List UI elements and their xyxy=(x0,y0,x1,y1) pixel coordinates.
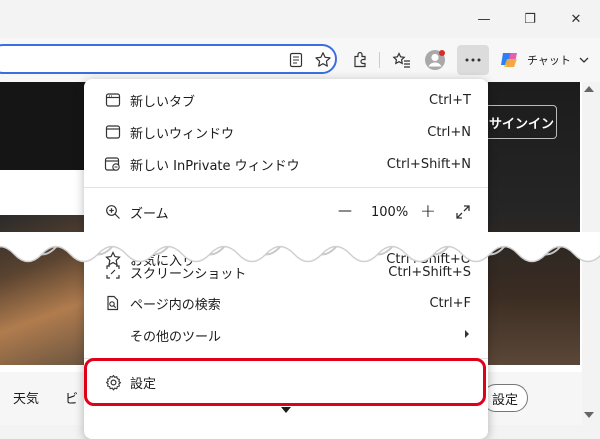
page-settings-button[interactable]: 設定 xyxy=(482,384,528,412)
favorites-list-icon xyxy=(392,52,410,68)
starry-background-image xyxy=(0,82,86,170)
page-settings-label: 設定 xyxy=(491,392,518,408)
find-icon xyxy=(103,293,123,313)
favorite-star-button[interactable] xyxy=(309,47,337,73)
close-window-button[interactable]: ✕ xyxy=(553,0,599,38)
minimize-button[interactable]: — xyxy=(461,0,507,38)
new-window-icon xyxy=(103,122,123,142)
menu-separator xyxy=(84,187,488,188)
menu-item-new-tab[interactable]: 新しいタブ Ctrl+T xyxy=(84,84,488,116)
menu-item-new-inprivate[interactable]: 新しい InPrivate ウィンドウ Ctrl+Shift+N xyxy=(84,148,488,180)
copilot-chat-button[interactable]: チャット xyxy=(495,47,595,73)
profile-button[interactable] xyxy=(421,47,449,73)
plus-icon: + xyxy=(420,200,436,222)
menu-item-screenshot[interactable]: スクリーンショット Ctrl+Shift+S xyxy=(84,256,488,288)
avatar-icon xyxy=(425,50,445,70)
menu-item-find-on-page[interactable]: ページ内の検索 Ctrl+F xyxy=(84,287,488,319)
reading-view-icon xyxy=(289,52,303,68)
chevron-down-icon xyxy=(579,57,589,63)
menu-item-label: 新しいウィンドウ xyxy=(130,126,235,142)
menu-item-more-tools[interactable]: その他のツール xyxy=(84,319,488,351)
zoom-in-button[interactable]: + xyxy=(420,200,436,222)
signin-label: サインイン xyxy=(489,116,555,132)
inprivate-icon xyxy=(103,154,123,174)
signin-button[interactable]: サインイン xyxy=(482,105,557,139)
zoom-out-button[interactable]: — xyxy=(338,203,352,219)
menu-item-label: その他のツール xyxy=(130,329,222,345)
chevron-right-icon xyxy=(463,328,471,343)
restore-button[interactable]: ❐ xyxy=(507,0,553,38)
copilot-icon xyxy=(501,53,517,67)
menu-item-label: 新しい InPrivate ウィンドウ xyxy=(130,158,300,174)
menu-item-label: スクリーンショット xyxy=(130,266,247,282)
minimize-icon: — xyxy=(477,11,491,27)
scroll-up-icon[interactable] xyxy=(584,86,594,92)
category-weather[interactable]: 天気 xyxy=(13,388,39,407)
extensions-button[interactable] xyxy=(347,47,375,73)
reading-view-button[interactable] xyxy=(282,47,310,73)
category-truncated[interactable]: ビ xyxy=(65,388,78,407)
menu-item-shortcut: Ctrl+T xyxy=(429,92,471,108)
restore-icon: ❐ xyxy=(524,11,536,27)
fullscreen-button[interactable] xyxy=(455,204,471,224)
scroll-down-icon[interactable] xyxy=(584,412,594,418)
menu-item-shortcut: Ctrl+Shift+S xyxy=(388,264,471,280)
menu-item-shortcut: Ctrl+F xyxy=(429,295,471,311)
settings-highlight-box xyxy=(84,358,486,406)
extensions-icon xyxy=(354,51,366,68)
menu-item-label: 新しいタブ xyxy=(130,94,196,110)
favorites-hub-button[interactable] xyxy=(388,47,416,73)
more-icon xyxy=(465,58,481,62)
menu-item-label: ページ内の検索 xyxy=(130,297,221,313)
toolbar-divider xyxy=(379,52,380,68)
chat-label: チャット xyxy=(527,54,571,67)
zoom-icon xyxy=(103,202,123,222)
close-icon: ✕ xyxy=(570,11,582,27)
fullscreen-icon xyxy=(456,205,470,219)
screenshot-icon xyxy=(103,262,123,282)
menu-item-shortcut: Ctrl+N xyxy=(427,124,471,140)
menu-item-shortcut: Ctrl+Shift+N xyxy=(386,156,471,172)
zoom-level: 100% xyxy=(371,205,409,220)
caret-down-icon xyxy=(281,407,291,413)
new-tab-icon xyxy=(103,90,123,110)
more-options-icon-wrap xyxy=(459,47,487,73)
more-tools-icon-placeholder xyxy=(103,325,123,345)
minus-icon: — xyxy=(338,203,352,219)
star-icon xyxy=(315,52,331,67)
menu-item-new-window[interactable]: 新しいウィンドウ Ctrl+N xyxy=(84,116,488,148)
